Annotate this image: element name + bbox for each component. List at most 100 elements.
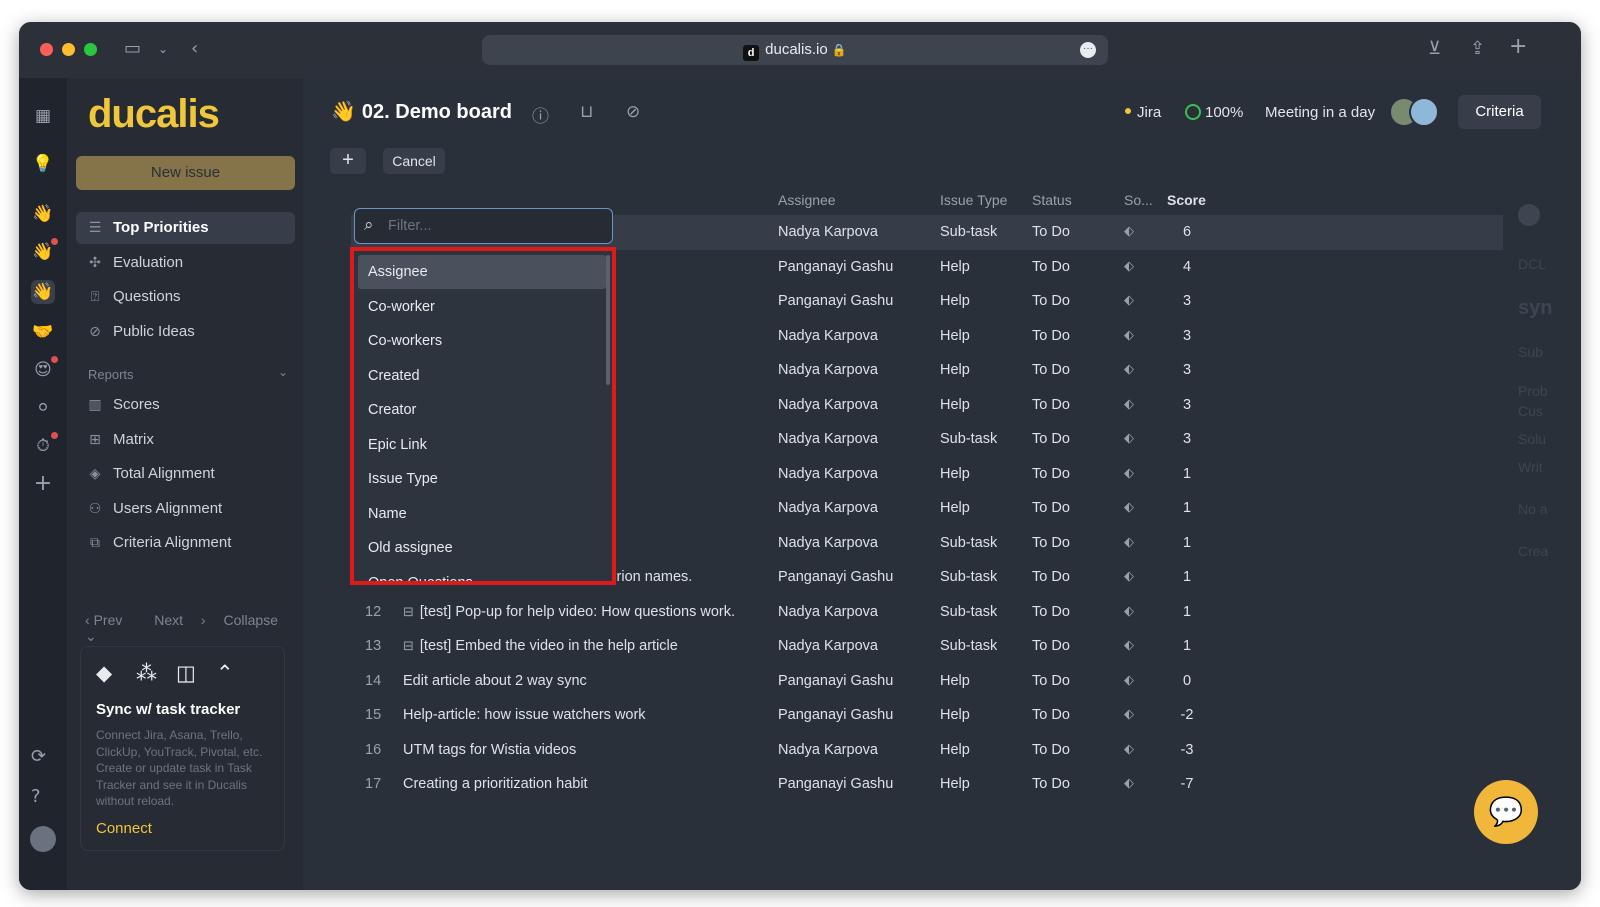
filter-option[interactable]: Open Questions	[358, 566, 606, 582]
more-icon[interactable]: ···	[1080, 42, 1096, 58]
reports-heading[interactable]: Reports	[88, 367, 134, 382]
table-row[interactable]: 16 UTM tags for Wistia videos Nadya Karpov…	[351, 733, 1503, 768]
row-title[interactable]: ⊟ [test] Pop-up for help video: How quest…	[403, 595, 768, 631]
sidebar-toggle-icon[interactable]: ▭	[124, 38, 141, 59]
filter-option[interactable]: Name	[358, 497, 606, 531]
board-wave-icon-active[interactable]: 👋	[31, 280, 55, 304]
filter-option[interactable]: Issue Type	[358, 462, 606, 496]
chevron-down-icon[interactable]: ⌄	[278, 365, 288, 379]
next-button[interactable]: Next ›	[154, 612, 205, 628]
ghost-text: Prob	[1518, 383, 1548, 399]
user-avatar[interactable]	[30, 826, 56, 852]
nav-matrix[interactable]: ⊞ Matrix	[76, 424, 295, 456]
nav-top-priorities[interactable]: ☰ Top Priorities	[76, 212, 295, 244]
criteria-button[interactable]: Criteria	[1458, 95, 1541, 129]
row-title[interactable]: ⊟ [test] Embed the video in the help arti…	[403, 629, 768, 665]
sync-icon[interactable]: ⟳	[31, 746, 46, 767]
table-row[interactable]: 14 Edit article about 2 way sync Panganayi…	[351, 664, 1503, 699]
table-row[interactable]: 13 ⊟ [test] Embed the video in the help ar…	[351, 629, 1503, 664]
zoom-window-button[interactable]	[84, 43, 97, 56]
column-header-assignee[interactable]: Assignee	[778, 185, 836, 215]
filter-option[interactable]: Old assignee	[358, 531, 606, 565]
close-window-button[interactable]	[40, 43, 53, 56]
unlock-icon[interactable]: ⊔	[580, 102, 593, 122]
nav-criteria-alignment[interactable]: ⧉ Criteria Alignment	[76, 527, 295, 559]
row-issue-type: Help	[940, 741, 970, 758]
filter-option[interactable]: Epic Link	[358, 428, 606, 462]
nav-evaluation[interactable]: ✣ Evaluation	[76, 247, 295, 279]
add-filter-button[interactable]: +	[330, 148, 366, 174]
info-icon[interactable]: ⓘ	[532, 102, 549, 127]
row-score: 3	[1182, 293, 1192, 309]
meeting-status[interactable]: Meeting in a day	[1265, 104, 1375, 121]
jira-integration[interactable]: Jira	[1125, 104, 1161, 121]
grid-icon: ⊞	[89, 432, 101, 448]
app-logo[interactable]: ducalis	[88, 92, 220, 137]
row-issue-type: Sub-task	[940, 638, 998, 654]
nav-total-alignment[interactable]: ◈ Total Alignment	[76, 458, 295, 490]
idea-icon[interactable]: 💡	[31, 152, 55, 176]
row-assignee: Panganayi Gashu	[778, 569, 894, 585]
filter-option[interactable]: Creator	[358, 393, 606, 427]
prev-button[interactable]: ‹ Prev	[85, 612, 136, 628]
table-row[interactable]: 12 ⊟ [test] Pop-up for help video: How que…	[351, 595, 1503, 630]
row-assignee: Nadya Karpova	[778, 603, 878, 620]
table-row[interactable]: 15 Help-article: how issue watchers work P…	[351, 698, 1503, 733]
filter-option[interactable]: Co-workers	[358, 324, 606, 358]
row-title[interactable]: Creating a prioritization habit	[403, 767, 768, 802]
new-tab-icon[interactable]: +	[1509, 34, 1527, 59]
minimize-window-button[interactable]	[62, 43, 75, 56]
nav-users-alignment[interactable]: ⚇ Users Alignment	[76, 493, 295, 525]
filter-box: ⌕	[354, 208, 613, 244]
board-clock-icon[interactable]: ⏱	[31, 432, 58, 458]
column-header-status[interactable]: Status	[1032, 185, 1072, 215]
filter-option[interactable]: Created	[358, 359, 606, 393]
row-assignee: Panganayi Gashu	[778, 707, 894, 723]
help-icon[interactable]: ?	[31, 786, 41, 807]
row-score: -3	[1180, 741, 1194, 758]
nav-scores[interactable]: ▥ Scores	[76, 389, 295, 421]
row-title[interactable]: Edit article about 2 way sync	[403, 664, 768, 699]
back-icon[interactable]: ‹	[191, 38, 198, 59]
grid-icon[interactable]: ▦	[31, 104, 55, 128]
row-issue-type: Sub-task	[940, 569, 998, 585]
column-header-source[interactable]: So...	[1124, 185, 1153, 215]
progress-indicator[interactable]: 100%	[1185, 104, 1243, 121]
nav-public-ideas[interactable]: ⊘ Public Ideas	[76, 316, 295, 348]
new-issue-button[interactable]: New issue	[76, 156, 295, 190]
row-title[interactable]: UTM tags for Wistia videos	[403, 733, 768, 768]
avatar[interactable]	[1409, 97, 1439, 127]
share-icon[interactable]: ⇪	[1470, 38, 1485, 59]
sync-card: ◆ ⁂ ◫ ⌃ Sync w/ task tracker Connect Jira, …	[80, 646, 285, 851]
board-wave-icon-2[interactable]: 👋	[31, 238, 58, 264]
dropdown-scrollbar[interactable]	[606, 255, 610, 385]
column-header-issue-type[interactable]: Issue Type	[940, 185, 1007, 215]
chat-icon[interactable]: 💬	[1474, 780, 1538, 844]
table-row[interactable]: 17 Creating a prioritization habit Pangana…	[351, 767, 1503, 802]
connect-link[interactable]: Connect	[96, 820, 152, 837]
column-header-score[interactable]: Score	[1167, 185, 1206, 215]
jira-source-icon: ⬖	[1124, 603, 1134, 619]
board-ball-icon[interactable]: ⚪	[31, 396, 55, 420]
nav-label: Questions	[113, 288, 181, 305]
board-emoji-icon[interactable]: 😍	[31, 356, 58, 382]
url-text: ducalis.io	[765, 41, 828, 58]
filter-option[interactable]: Co-worker	[358, 290, 606, 324]
filter-input[interactable]	[388, 215, 598, 237]
ghost-text: DCL	[1518, 256, 1547, 272]
download-icon[interactable]: ⊻	[1428, 38, 1441, 59]
cancel-button[interactable]: Cancel	[383, 148, 445, 174]
board-hand-icon[interactable]: 🤝	[31, 320, 55, 344]
add-board-icon[interactable]: +	[31, 472, 55, 496]
row-title[interactable]: Help-article: how issue watchers work	[403, 698, 768, 733]
row-score: 3	[1182, 327, 1192, 344]
board-wave-icon[interactable]: 👋	[31, 202, 55, 226]
nav-questions[interactable]: ⍰ Questions	[76, 281, 295, 313]
notifications-off-icon[interactable]: ⊘	[626, 102, 640, 122]
row-assignee: Nadya Karpova	[778, 396, 878, 413]
trello-icon: ◫	[176, 661, 196, 685]
row-issue-type: Help	[940, 362, 970, 378]
chevron-down-icon[interactable]: ⌄	[158, 42, 168, 56]
url-bar[interactable]: d ducalis.io 🔒 ···	[482, 35, 1108, 65]
filter-option[interactable]: Assignee	[358, 255, 606, 289]
